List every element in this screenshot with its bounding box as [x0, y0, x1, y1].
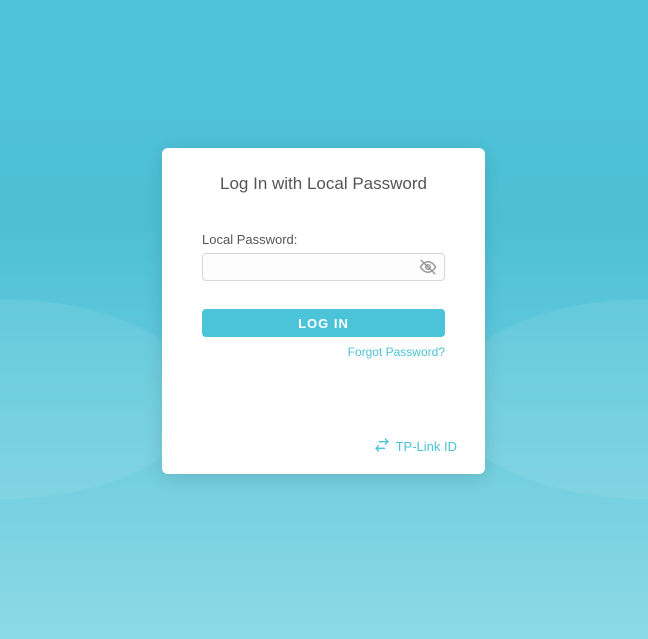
login-button[interactable]: LOG IN [202, 309, 445, 337]
login-title: Log In with Local Password [190, 174, 457, 194]
login-form: Local Password: LOG IN Forgot Password? [190, 232, 457, 359]
password-input-wrap [202, 253, 445, 281]
forgot-password-link[interactable]: Forgot Password? [202, 345, 445, 359]
swap-icon [374, 437, 390, 456]
password-input[interactable] [202, 253, 445, 281]
eye-slash-icon[interactable] [419, 258, 437, 276]
login-card: Log In with Local Password Local Passwor… [162, 148, 485, 474]
tp-link-id-label: TP-Link ID [396, 439, 457, 454]
password-label: Local Password: [202, 232, 445, 247]
tp-link-id-link[interactable]: TP-Link ID [190, 427, 457, 456]
